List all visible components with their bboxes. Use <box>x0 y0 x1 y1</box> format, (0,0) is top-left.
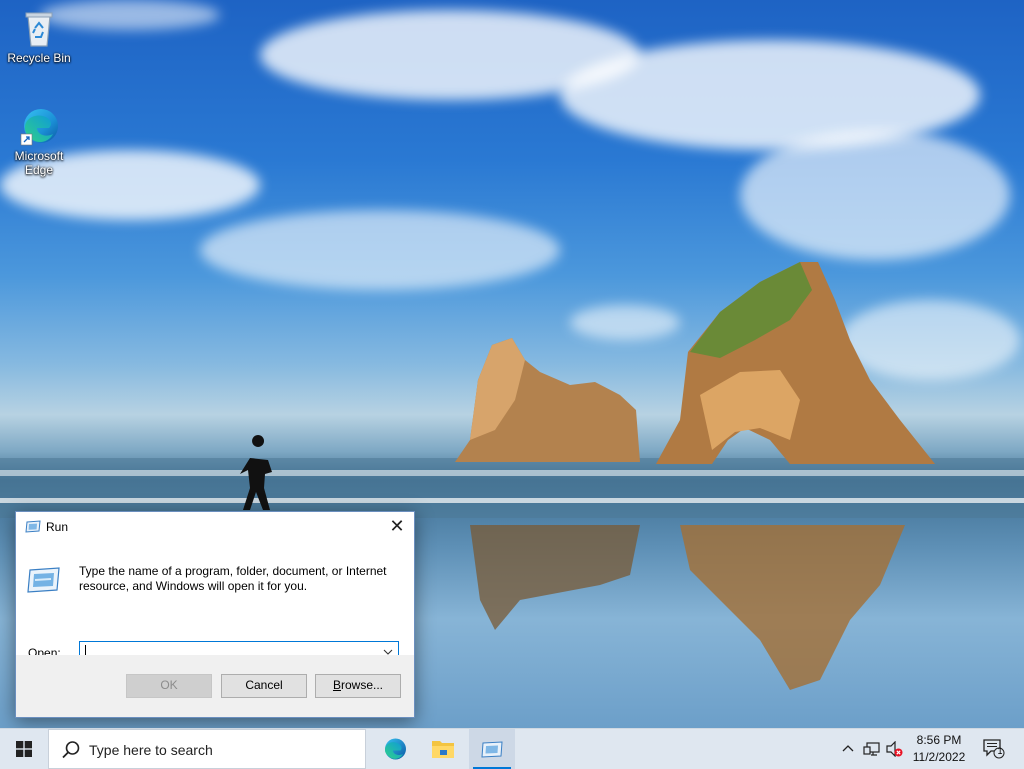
desktop-icon-label: Recycle Bin <box>7 51 71 65</box>
taskbar: Type here to search 8:56 PM 11/2/2022 1 <box>0 728 1024 769</box>
edge-icon <box>19 106 59 146</box>
taskbar-app-run[interactable] <box>469 729 515 769</box>
desktop-icon-label: Microsoft Edge <box>14 149 64 177</box>
browse-button[interactable]: Browse... <box>315 674 401 698</box>
start-button[interactable] <box>0 729 48 769</box>
run-dialog-footer: OK Cancel Browse... <box>16 655 414 717</box>
windows-logo-icon <box>16 741 32 757</box>
run-dialog-title: Run <box>46 520 69 534</box>
network-icon <box>863 742 880 756</box>
run-dialog-body: Type the name of a program, folder, docu… <box>16 542 414 664</box>
taskbar-app-edge[interactable] <box>372 729 418 769</box>
network-status[interactable] <box>860 729 882 769</box>
run-icon <box>25 520 41 533</box>
cancel-button[interactable]: Cancel <box>221 674 307 698</box>
run-dialog-titlebar[interactable]: Run ✕ <box>16 512 414 542</box>
ok-button[interactable]: OK <box>126 674 212 698</box>
chevron-up-icon <box>842 745 854 752</box>
run-dialog-description: Type the name of a program, folder, docu… <box>79 564 387 593</box>
close-icon: ✕ <box>389 516 405 536</box>
desktop-icon-microsoft-edge[interactable]: Microsoft Edge <box>1 106 77 177</box>
file-explorer-icon <box>432 741 454 758</box>
show-hidden-icons-button[interactable] <box>838 729 858 769</box>
clock-time: 8:56 PM <box>916 733 962 747</box>
clock-date: 11/2/2022 <box>912 750 966 764</box>
recycle-bin-icon <box>19 8 59 48</box>
notification-count: 1 <box>997 746 1003 756</box>
search-placeholder: Type here to search <box>89 742 213 758</box>
search-icon <box>61 740 81 760</box>
close-button[interactable]: ✕ <box>380 512 414 542</box>
taskbar-clock[interactable]: 8:56 PM 11/2/2022 <box>906 732 972 766</box>
edge-icon <box>385 738 406 760</box>
desktop-icon-recycle-bin[interactable]: Recycle Bin <box>1 8 77 65</box>
taskbar-app-file-explorer[interactable] <box>420 729 466 769</box>
run-icon <box>27 566 61 594</box>
action-center-button[interactable]: 1 <box>978 729 1008 769</box>
taskbar-search-box[interactable]: Type here to search <box>48 729 366 769</box>
run-dialog: Run ✕ Type the name of a program, folder… <box>15 511 415 718</box>
volume-muted-icon <box>886 741 903 757</box>
run-icon <box>481 741 503 758</box>
volume-control[interactable] <box>883 729 905 769</box>
